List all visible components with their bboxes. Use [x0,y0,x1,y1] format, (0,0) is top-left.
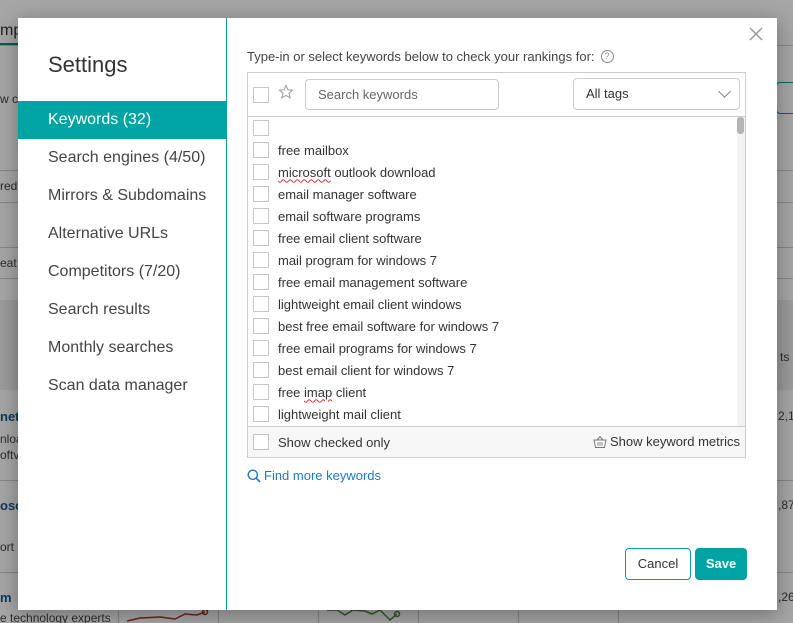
basket-icon [593,435,607,448]
keyword-checkbox[interactable] [253,252,269,268]
select-all-checkbox[interactable] [253,87,269,103]
show-checked-only-label[interactable]: Show checked only [278,435,390,450]
sidebar-item-mirrors-subdomains[interactable]: Mirrors & Subdomains [18,177,226,215]
keyword-label: free mailbox [278,142,349,158]
keyword-row[interactable]: free email management software [248,271,745,293]
dialog-title: Settings [48,52,128,77]
keywords-footer: Show checked only Show keyword metrics [248,426,745,457]
sidebar-item-alternative-urls[interactable]: Alternative URLs [18,215,226,253]
star-icon[interactable] [278,84,296,102]
keyword-checkbox[interactable] [253,142,269,158]
find-more-keywords-link[interactable]: Find more keywords [247,468,381,483]
keyword-label: best email client for windows 7 [278,362,455,378]
keyword-label: microsoft outlook download [278,164,436,180]
close-icon [749,27,763,41]
sidebar-item-competitors[interactable]: Competitors (7/20) [18,253,226,291]
keywords-box: All tags free mailbox microsoft outlook d… [247,72,746,458]
sidebar-item-keywords[interactable]: Keywords (32) [18,101,226,139]
tags-select[interactable]: All tags [573,78,740,110]
keyword-checkbox[interactable] [253,296,269,312]
tags-select-value: All tags [586,86,629,101]
keyword-row[interactable]: free email programs for windows 7 [248,337,745,359]
keyword-label: free email programs for windows 7 [278,340,477,356]
keyword-checkbox[interactable] [253,340,269,356]
keyword-checkbox[interactable] [253,230,269,246]
keyword-label: lightweight email client windows [278,296,462,312]
keyword-row[interactable]: microsoft outlook download [248,161,745,183]
show-keyword-metrics-label: Show keyword metrics [609,434,740,449]
keyword-checkbox[interactable] [253,164,269,180]
help-icon[interactable]: ? [600,50,614,63]
spellcheck-underline: microsoft [278,164,331,180]
keyword-row[interactable]: email manager software [248,183,745,205]
keyword-row[interactable]: email software programs [248,205,745,227]
sidebar-item-search-engines[interactable]: Search engines (4/50) [18,139,226,177]
keyword-checkbox[interactable] [253,362,269,378]
show-checked-only-checkbox[interactable] [253,434,269,450]
keyword-label: email manager software [278,186,417,202]
keyword-label: free email management software [278,274,468,290]
keyword-label: free email client software [278,230,422,246]
keyword-label: best free email software for windows 7 [278,318,500,334]
spellcheck-underline: imap [304,384,333,400]
settings-dialog: Settings Keywords (32) Search engines (4… [18,18,777,610]
close-button[interactable] [747,26,765,44]
keyword-row[interactable]: free email client software [248,227,745,249]
keywords-panel: Type-in or select keywords below to chec… [227,18,777,610]
show-keyword-metrics-button[interactable]: Show keyword metrics [593,434,740,449]
keyword-row[interactable]: mail program for windows 7 [248,249,745,271]
keyword-label: mail program for windows 7 [278,252,437,268]
scrollbar-thumb[interactable] [737,117,744,134]
keyword-checkbox[interactable] [253,208,269,224]
keyword-row[interactable]: lightweight mail client [248,403,745,425]
sidebar-item-scan-data-manager[interactable]: Scan data manager [18,367,226,405]
search-keywords-input[interactable] [305,79,499,110]
settings-sidebar: Settings Keywords (32) Search engines (4… [18,18,227,610]
keyword-checkbox[interactable] [253,120,269,136]
keyword-checkbox[interactable] [253,186,269,202]
sidebar-item-search-results[interactable]: Search results [18,291,226,329]
keywords-scrollbar[interactable] [737,117,745,427]
sidebar-item-monthly-searches[interactable]: Monthly searches [18,329,226,367]
keywords-intro: Type-in or select keywords below to chec… [247,49,614,64]
keyword-row[interactable]: free mailbox [248,139,745,161]
keyword-row[interactable]: free imap client [248,381,745,403]
find-more-keywords-label: Find more keywords [264,468,382,483]
cancel-button[interactable]: Cancel [625,548,691,580]
keywords-toolbar: All tags [248,73,745,117]
search-icon [247,469,261,483]
intro-text: Type-in or select keywords below to chec… [247,49,595,64]
keyword-checkbox[interactable] [253,384,269,400]
keyword-label: email software programs [278,208,421,224]
keyword-checkbox[interactable] [253,318,269,334]
keyword-checkbox[interactable] [253,406,269,422]
keyword-row[interactable]: best free email software for windows 7 [248,315,745,337]
save-button[interactable]: Save [695,548,747,580]
keyword-label: free imap client [278,384,367,400]
keyword-label: lightweight mail client [278,406,401,422]
keyword-row[interactable]: lightweight email client windows [248,293,745,315]
keyword-row[interactable] [248,117,745,139]
chevron-down-icon [718,85,731,98]
keyword-row[interactable]: best email client for windows 7 [248,359,745,381]
keywords-list[interactable]: free mailbox microsoft outlook download em… [248,117,745,427]
keyword-checkbox[interactable] [253,274,269,290]
